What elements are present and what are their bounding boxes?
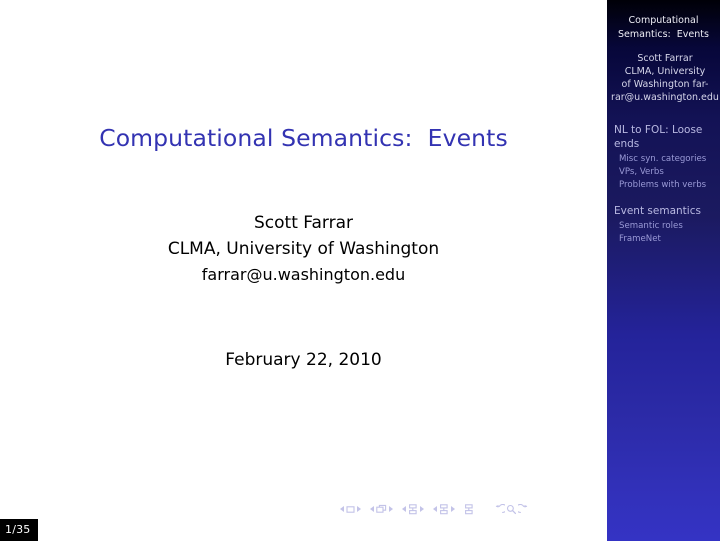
- sidebar-subsections-nl-to-fol[interactable]: Misc syn. categories VPs, Verbs Problems…: [614, 153, 718, 193]
- section-icon[interactable]: [408, 503, 418, 515]
- date-block: February 22, 2010: [0, 350, 607, 370]
- nav-group-subsection[interactable]: [370, 504, 393, 514]
- sidebar-subsections-event-semantics[interactable]: Semantic roles FrameNet: [614, 220, 718, 246]
- document-icon[interactable]: [464, 503, 474, 515]
- presentation-icon[interactable]: [439, 503, 449, 515]
- slide-date: February 22, 2010: [225, 350, 382, 370]
- sidebar-title-line-1: Computational: [628, 15, 699, 26]
- search-icon[interactable]: [506, 504, 517, 515]
- sidebar-item-problems-with-verbs[interactable]: Problems with verbs: [614, 179, 718, 192]
- sidebar-item-nl-to-fol-loose-ends[interactable]: NL to FOL: Loose ends: [614, 124, 718, 151]
- author-affiliation: CLMA, University of Washington: [167, 239, 440, 259]
- nav-group-document[interactable]: [464, 503, 474, 515]
- nav-group-history[interactable]: [494, 503, 529, 515]
- author-email: farrar@u.washington.edu: [201, 265, 406, 284]
- page-number-badge: 1/35: [0, 519, 38, 541]
- sidebar-author-line-4: rar@u.washington.edu: [611, 92, 719, 103]
- previous-section-icon[interactable]: [402, 506, 406, 512]
- sidebar-author-line-3: of Washington far-: [621, 79, 709, 90]
- sidebar-author-block: Scott Farrar CLMA, University of Washing…: [607, 52, 720, 104]
- sidebar-item-semantic-roles[interactable]: Semantic roles: [614, 220, 718, 233]
- beamer-navigation-symbols[interactable]: [340, 500, 602, 518]
- next-presentation-icon[interactable]: [451, 506, 455, 512]
- sidebar-item-vps-verbs[interactable]: VPs, Verbs: [614, 166, 718, 179]
- frame-icon[interactable]: [346, 505, 355, 514]
- author-block: Scott Farrar CLMA, University of Washing…: [0, 210, 607, 288]
- next-section-icon[interactable]: [420, 506, 424, 512]
- previous-presentation-icon[interactable]: [433, 506, 437, 512]
- page-title: Computational Semantics: Events: [99, 124, 508, 152]
- sidebar: Computational Semantics: Events Scott Fa…: [607, 0, 720, 541]
- sidebar-author-line-1: Scott Farrar: [637, 53, 693, 64]
- previous-subsection-icon[interactable]: [370, 506, 374, 512]
- sidebar-title-line-2: Semantics: Events: [618, 28, 709, 40]
- back-arrow-icon[interactable]: [494, 503, 505, 515]
- sidebar-item-event-semantics[interactable]: Event semantics: [614, 205, 718, 219]
- sidebar-item-misc-syn-categories[interactable]: Misc syn. categories: [614, 153, 718, 166]
- nav-group-frame[interactable]: [340, 505, 361, 514]
- sidebar-author-line-2: CLMA, University: [624, 66, 706, 77]
- title-block: Computational Semantics: Events: [0, 124, 607, 152]
- sidebar-item-framenet[interactable]: FrameNet: [614, 233, 718, 246]
- next-frame-icon[interactable]: [357, 506, 361, 512]
- forward-arrow-icon[interactable]: [518, 503, 529, 515]
- sidebar-title-block[interactable]: Computational Semantics: Events: [607, 0, 720, 41]
- subsection-icon[interactable]: [376, 504, 387, 514]
- slide-main-content: Computational Semantics: Events Scott Fa…: [0, 0, 607, 541]
- presentation-slide: Computational Semantics: Events Scott Fa…: [0, 0, 720, 541]
- author-name: Scott Farrar: [254, 213, 353, 233]
- nav-group-section[interactable]: [402, 503, 424, 515]
- previous-frame-icon[interactable]: [340, 506, 344, 512]
- sidebar-navigation[interactable]: NL to FOL: Loose ends Misc syn. categori…: [607, 124, 720, 247]
- next-subsection-icon[interactable]: [389, 506, 393, 512]
- nav-group-presentation[interactable]: [433, 503, 455, 515]
